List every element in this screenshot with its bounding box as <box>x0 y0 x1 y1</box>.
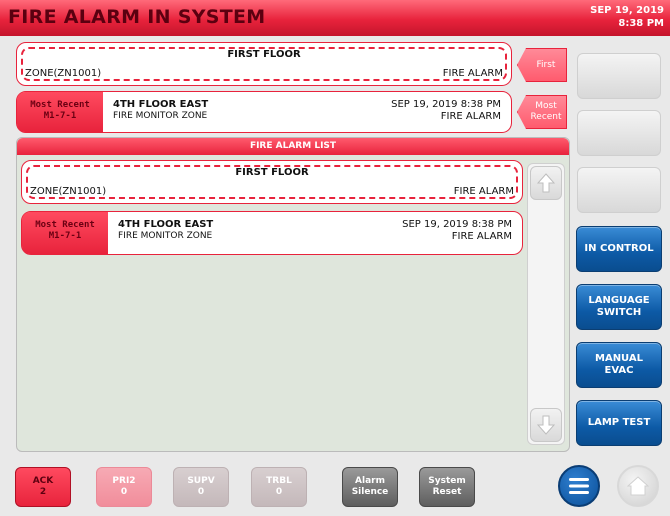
header-bar: FIRE ALARM IN SYSTEM SEP 19, 2019 8:38 P… <box>0 0 670 36</box>
blank-function-button-1[interactable] <box>577 53 661 99</box>
event-timestamp: SEP 19, 2019 8:38 PM <box>402 219 512 230</box>
event-status: FIRE ALARM <box>442 68 503 79</box>
tag-line1: Most <box>535 101 557 111</box>
in-control-label: IN CONTROL <box>584 243 654 254</box>
time-text: 8:38 PM <box>618 18 664 29</box>
supv-label: SUPV <box>187 476 215 486</box>
alarm-silence-button[interactable]: Alarm Silence <box>342 467 398 507</box>
supv-button[interactable]: SUPV 0 <box>173 467 229 507</box>
event-heading: FIRST FLOOR <box>235 167 309 178</box>
trbl-count: 0 <box>275 487 283 497</box>
home-button[interactable] <box>617 465 659 507</box>
language-switch-label: LANGUAGE SWITCH <box>588 295 649 319</box>
supv-count: 0 <box>197 487 205 497</box>
arrow-down-icon <box>537 415 555 435</box>
page-title: FIRE ALARM IN SYSTEM <box>8 6 266 28</box>
list-item-4th-floor-east[interactable]: Most Recent M1-7-1 4TH FLOOR EAST FIRE M… <box>21 211 523 255</box>
scroll-up-button[interactable] <box>530 166 562 200</box>
most-recent-badge: Most Recent M1-7-1 <box>17 92 103 132</box>
list-scrollbar[interactable] <box>527 163 565 445</box>
tag-line2: Recent <box>530 112 562 122</box>
event-zone-name: 4TH FLOOR EAST <box>113 99 209 110</box>
first-event-card[interactable]: FIRST FLOOR ZONE(ZN1001) FIRE ALARM <box>16 42 512 86</box>
blank-function-button-2[interactable] <box>577 110 661 156</box>
badge-line1: Most Recent <box>35 220 95 230</box>
most-recent-tag-button[interactable]: Most Recent <box>517 95 567 129</box>
datetime-display: SEP 19, 2019 8:38 PM <box>590 4 664 30</box>
alarm-silence-line1: Alarm <box>355 476 385 486</box>
most-recent-event-card[interactable]: Most Recent M1-7-1 4TH FLOOR EAST FIRE M… <box>16 91 512 133</box>
in-control-button[interactable]: IN CONTROL <box>576 226 662 272</box>
event-zone-name: 4TH FLOOR EAST <box>118 219 214 230</box>
event-zone: ZONE(ZN1001) <box>30 186 107 197</box>
pri2-count: 0 <box>120 487 128 497</box>
menu-icon <box>569 478 589 494</box>
system-reset-line2: Reset <box>432 487 462 497</box>
language-switch-button[interactable]: LANGUAGE SWITCH <box>576 284 662 330</box>
event-status: FIRE ALARM <box>453 186 514 197</box>
event-status: FIRE ALARM <box>451 231 512 242</box>
label-line2: SWITCH <box>596 307 642 318</box>
date-text: SEP 19, 2019 <box>590 5 664 16</box>
manual-evac-button[interactable]: MANUAL EVAC <box>576 342 662 388</box>
event-zone-type: FIRE MONITOR ZONE <box>113 111 208 121</box>
trbl-label: TRBL <box>266 476 292 486</box>
event-zone: ZONE(ZN1001) <box>25 68 102 79</box>
badge-line1: Most Recent <box>30 100 90 110</box>
alarm-silence-line2: Silence <box>351 487 389 497</box>
label-line2: EVAC <box>604 365 634 376</box>
home-icon <box>627 476 649 496</box>
trbl-button[interactable]: TRBL 0 <box>251 467 307 507</box>
badge-line2: M1-7-1 <box>43 111 77 121</box>
fire-alarm-list-panel: FIRE ALARM LIST FIRST FLOOR ZONE(ZN1001)… <box>16 137 570 452</box>
menu-button[interactable] <box>558 465 600 507</box>
most-recent-badge: Most Recent M1-7-1 <box>22 212 108 254</box>
pri2-label: PRI2 <box>112 476 136 486</box>
first-tag-button[interactable]: First <box>517 48 567 82</box>
event-timestamp: SEP 19, 2019 8:38 PM <box>391 99 501 110</box>
list-title: FIRE ALARM LIST <box>17 138 569 155</box>
label-line1: MANUAL <box>595 353 643 364</box>
event-zone-type: FIRE MONITOR ZONE <box>118 231 213 241</box>
ack-count: 2 <box>39 487 47 497</box>
blank-function-button-3[interactable] <box>577 167 661 213</box>
lamp-test-button[interactable]: LAMP TEST <box>576 400 662 446</box>
label-line1: LANGUAGE <box>588 295 650 306</box>
scroll-down-button[interactable] <box>530 408 562 442</box>
pri2-button[interactable]: PRI2 0 <box>96 467 152 507</box>
lamp-test-label: LAMP TEST <box>587 417 651 428</box>
system-reset-button[interactable]: System Reset <box>419 467 475 507</box>
badge-line2: M1-7-1 <box>48 231 82 241</box>
event-status: FIRE ALARM <box>440 111 501 122</box>
list-item-first-floor[interactable]: FIRST FLOOR ZONE(ZN1001) FIRE ALARM <box>21 160 523 204</box>
system-reset-line1: System <box>428 476 466 486</box>
ack-button[interactable]: ACK 2 <box>15 467 71 507</box>
event-heading: FIRST FLOOR <box>227 49 301 60</box>
arrow-up-icon <box>537 173 555 193</box>
manual-evac-label: MANUAL EVAC <box>595 353 643 377</box>
ack-label: ACK <box>32 476 54 486</box>
first-tag-label: First <box>536 59 556 70</box>
most-recent-tag-label: Most Recent <box>530 101 561 123</box>
